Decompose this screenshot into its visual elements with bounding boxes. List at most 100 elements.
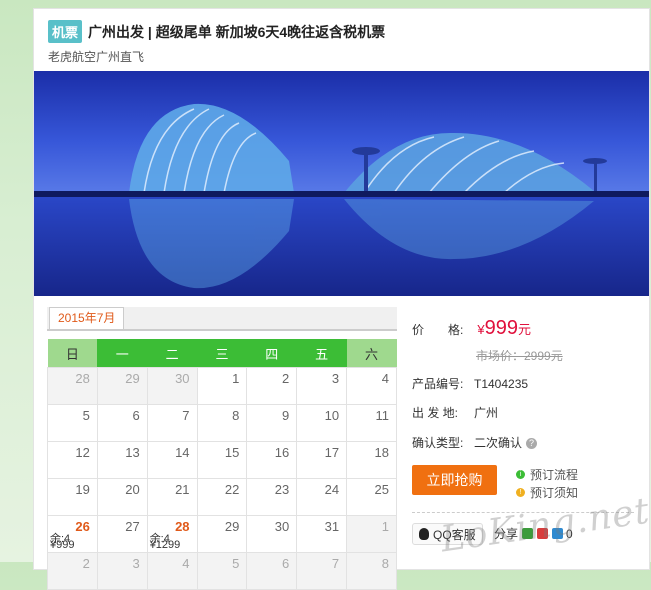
calendar-day-cell: 1 [196,367,248,405]
calendar-day-cell: 1 [346,515,397,553]
day-number: 23 [274,482,290,497]
booking-links: i 预订流程 ! 预订须知 [516,465,578,501]
price-currency: ¥ [477,322,485,337]
calendar-day-cell: 15 [196,441,248,479]
booking-process-label: 预订流程 [530,467,579,482]
day-number: 16 [274,445,290,460]
booking-notice-link[interactable]: ! 预订须知 [516,483,578,501]
code-row: 产品编号: T1404235 [412,375,528,392]
calendar-day-cell: 6 [96,404,148,442]
calendar-day-cell: 17 [296,441,348,479]
origin-row: 出 发 地: 广州 [412,404,498,421]
day-number: 2 [281,371,290,386]
day-price: ¥999 [50,539,75,551]
weekday-header: 日 一 二 三 四 五 六 [47,339,397,368]
market-price: 市场价：2999元 [476,349,563,363]
day-number: 5 [82,408,90,423]
calendar-day-cell: 28 [47,367,98,405]
calendar-day-cell: 2 [47,552,98,590]
day-number: 25 [374,482,389,497]
calendar-day-cell[interactable]: 26 余:4 ¥999 [47,515,98,553]
banner-image [34,71,649,296]
price-unit: 元 [517,322,531,337]
product-title[interactable]: 广州出发 | 超级尾单 新加坡6天4晚往返含税机票 [88,22,385,42]
day-number: 31 [324,519,340,534]
calendar-day-cell: 25 [346,478,397,516]
month-tab[interactable]: 2015年7月 [49,307,125,329]
calendar-day-cell: 5 [196,552,248,590]
calendar-day-cell: 29 [96,367,148,405]
title-row: 机票 广州出发 | 超级尾单 新加坡6天4晚往返含税机票 [48,20,385,43]
booking-calendar: 2015年7月 日 一 二 三 四 五 六 28 29 30 1 2 3 4 5 6 7 8 9 10 1… [47,307,397,590]
calendar-day-cell: 24 [296,478,348,516]
day-number: 14 [175,445,190,460]
calendar-week-row: 5 6 7 8 9 10 11 [47,404,397,442]
calendar-grid: 日 一 二 三 四 五 六 28 29 30 1 2 3 4 5 6 7 8 9 10 11 12 13 14 1… [47,339,397,590]
qq-penguin-icon [419,528,429,540]
day-number: 29 [125,371,140,386]
booking-notice-label: 预订须知 [530,485,579,500]
calendar-day-cell: 10 [296,404,348,442]
calendar-day-cell[interactable]: 28 余:4 ¥1299 [146,515,198,553]
day-number: 28 [175,519,190,534]
calendar-day-cell: 3 [296,367,348,405]
calendar-day-cell: 23 [246,478,298,516]
day-number: 28 [75,371,90,386]
calendar-day-cell: 9 [246,404,298,442]
calendar-day-cell: 30 [146,367,198,405]
calendar-day-cell: 27 [96,515,148,553]
day-number: 26 [75,519,90,534]
booking-process-link[interactable]: i 预订流程 [516,465,578,483]
calendar-week-row: 2 3 4 5 6 7 8 [47,552,397,590]
calendar-day-cell: 6 [246,552,298,590]
day-number: 1 [381,519,389,534]
day-number: 3 [331,371,340,386]
price-row: 价 格: ¥999元 [412,317,531,340]
day-number: 20 [125,482,140,497]
code-label: 产品编号: [412,377,464,391]
calendar-tabbar: 2015年7月 [47,307,397,331]
day-number: 30 [274,519,290,534]
calendar-day-cell: 8 [196,404,248,442]
calendar-day-cell: 8 [346,552,397,590]
warning-icon: ! [516,487,525,497]
confirm-label: 确认类型: [412,436,464,450]
weekday-fri: 五 [296,339,347,368]
calendar-day-cell: 2 [246,367,298,405]
day-number: 1 [232,371,240,386]
day-number: 10 [324,408,340,423]
info-icon: i [516,469,525,479]
day-number: 15 [224,445,240,460]
origin-value: 广州 [474,406,499,420]
calendar-day-cell: 30 [246,515,298,553]
weekday-mon: 一 [97,339,148,368]
day-number: 7 [182,408,190,423]
day-number: 4 [182,556,190,571]
day-number: 8 [232,408,240,423]
day-number: 29 [224,519,240,534]
weekday-thu: 四 [246,339,297,368]
calendar-day-cell: 22 [196,478,248,516]
confirm-value: 二次确认 [474,436,523,450]
calendar-day-cell: 31 [296,515,348,553]
day-number: 27 [125,519,140,534]
day-number: 13 [125,445,140,460]
day-number: 3 [132,556,140,571]
buy-now-button[interactable]: 立即抢购 [412,465,497,495]
day-number: 18 [374,445,389,460]
origin-label: 出 发 地: [412,406,459,420]
day-number: 11 [375,408,390,423]
day-number: 4 [381,371,389,386]
day-number: 5 [232,556,240,571]
day-number: 9 [281,408,290,423]
price-label: 价 格: [412,323,464,337]
day-number: 24 [324,482,340,497]
day-number: 22 [224,482,240,497]
calendar-day-cell: 3 [96,552,148,590]
help-icon[interactable]: ? [526,438,538,450]
calendar-day-cell: 21 [146,478,198,516]
calendar-day-cell: 4 [346,367,397,405]
day-number: 8 [381,556,389,571]
calendar-day-cell: 20 [96,478,148,516]
calendar-body: 28 29 30 1 2 3 4 5 6 7 8 9 10 11 12 13 14 15 16 17 18 19 20 21 2… [47,367,397,590]
